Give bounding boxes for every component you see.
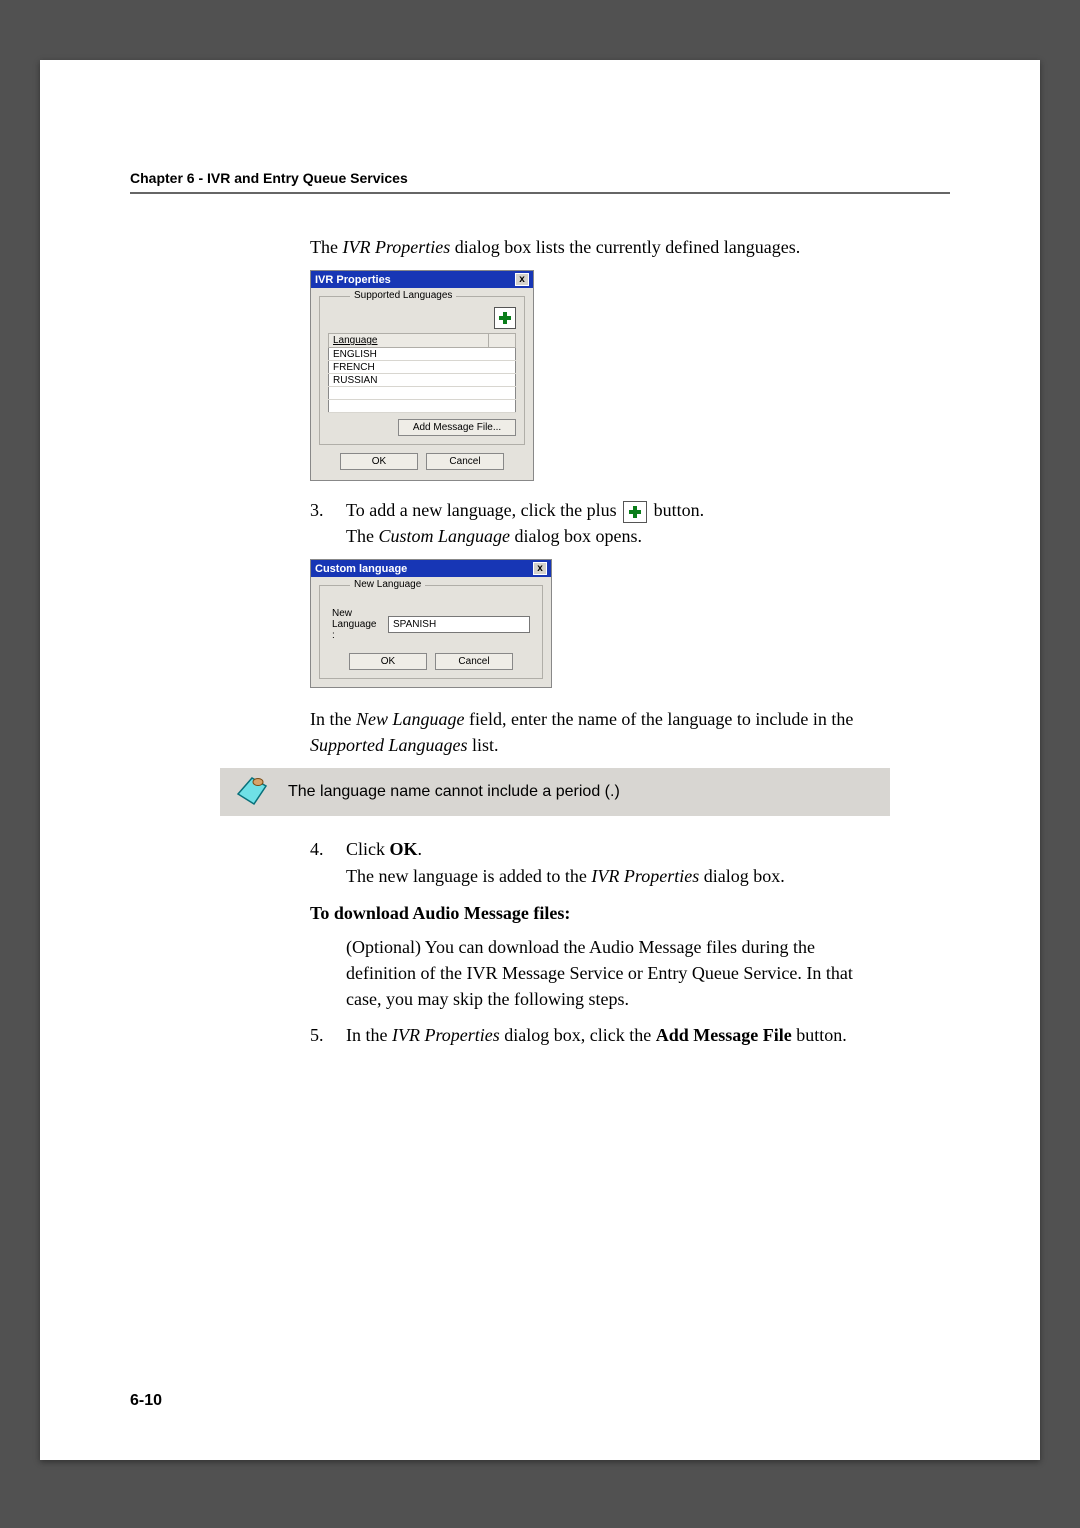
- text-italic: IVR Properties: [392, 1025, 500, 1045]
- text-italic: Supported Languages: [310, 735, 468, 755]
- custom-language-dialog: Custom language x New Language New Langu…: [310, 559, 552, 688]
- supported-languages-group: Supported Languages Language ENGLISH FRE…: [319, 296, 525, 445]
- dialog-titlebar: IVR Properties x: [311, 271, 533, 288]
- text: .: [418, 839, 423, 859]
- groupbox-legend: New Language: [350, 579, 425, 590]
- text: In the: [346, 1025, 392, 1045]
- running-header: Chapter 6 - IVR and Entry Queue Services: [130, 170, 950, 194]
- add-message-file-button[interactable]: Add Message File...: [398, 419, 516, 436]
- intro-paragraph: The IVR Properties dialog box lists the …: [310, 234, 870, 260]
- text: The: [310, 237, 342, 257]
- groupbox-legend: Supported Languages: [350, 290, 456, 301]
- step-number: 5.: [310, 1022, 346, 1048]
- new-language-label: New Language :: [332, 608, 378, 641]
- text: list.: [468, 735, 499, 755]
- new-language-group: New Language New Language : OK Cancel: [319, 585, 543, 679]
- ivr-properties-dialog: IVR Properties x Supported Languages Lan…: [310, 270, 534, 481]
- text: dialog box, click the: [500, 1025, 656, 1045]
- table-cell: RUSSIAN: [329, 374, 489, 387]
- dialog-titlebar: Custom language x: [311, 560, 551, 577]
- text: The new language is added to the: [346, 866, 591, 886]
- plus-inline-button[interactable]: [623, 501, 647, 523]
- body-column-2: 4. Click OK. The new language is added t…: [310, 836, 870, 1048]
- text-italic: New Language: [356, 709, 465, 729]
- ok-button[interactable]: OK: [349, 653, 427, 670]
- download-audio-heading: To download Audio Message files:: [310, 903, 870, 924]
- language-table: Language ENGLISH FRENCH RUSSIAN: [328, 333, 516, 413]
- close-icon[interactable]: x: [533, 562, 547, 575]
- after-custom-paragraph: In the New Language field, enter the nam…: [310, 706, 870, 758]
- step-number: 4.: [310, 836, 346, 888]
- step-number: 3.: [310, 497, 346, 549]
- table-row: [329, 400, 516, 413]
- text-bold: Add Message File: [656, 1025, 792, 1045]
- text-italic: IVR Properties: [591, 866, 699, 886]
- body-column: The IVR Properties dialog box lists the …: [310, 234, 870, 758]
- cancel-button[interactable]: Cancel: [426, 453, 504, 470]
- table-row[interactable]: RUSSIAN: [329, 374, 516, 387]
- text: dialog box lists the currently defined l…: [450, 237, 800, 257]
- table-cell: FRENCH: [329, 361, 489, 374]
- note-callout: The language name cannot include a perio…: [220, 768, 890, 816]
- table-row[interactable]: ENGLISH: [329, 348, 516, 361]
- close-icon[interactable]: x: [515, 273, 529, 286]
- table-cell: ENGLISH: [329, 348, 489, 361]
- download-audio-paragraph: (Optional) You can download the Audio Me…: [346, 934, 870, 1012]
- text: button.: [654, 500, 705, 520]
- text: To add a new language, click the plus: [346, 500, 621, 520]
- plus-icon: [629, 506, 641, 518]
- table-row: [329, 387, 516, 400]
- step-3: 3. To add a new language, click the plus…: [310, 497, 870, 549]
- dialog-title: Custom language: [315, 563, 407, 575]
- cancel-button[interactable]: Cancel: [435, 653, 513, 670]
- new-language-input[interactable]: [388, 616, 530, 633]
- text-italic: IVR Properties: [342, 237, 450, 257]
- ok-button[interactable]: OK: [340, 453, 418, 470]
- note-text: The language name cannot include a perio…: [288, 783, 620, 801]
- text: The: [346, 526, 378, 546]
- text: In the: [310, 709, 356, 729]
- table-row[interactable]: FRENCH: [329, 361, 516, 374]
- text-bold: OK: [390, 839, 418, 859]
- note-icon: [234, 774, 270, 810]
- table-header[interactable]: Language: [329, 334, 489, 348]
- text: dialog box.: [699, 866, 785, 886]
- page-number: 6-10: [130, 1392, 162, 1410]
- add-language-button[interactable]: [494, 307, 516, 329]
- text: Click: [346, 839, 390, 859]
- dialog-title: IVR Properties: [315, 274, 391, 286]
- step-5: 5. In the IVR Properties dialog box, cli…: [310, 1022, 870, 1048]
- page: Chapter 6 - IVR and Entry Queue Services…: [40, 60, 1040, 1460]
- text: button.: [792, 1025, 847, 1045]
- text: dialog box opens.: [510, 526, 642, 546]
- text: field, enter the name of the language to…: [465, 709, 854, 729]
- text-italic: Custom Language: [378, 526, 510, 546]
- table-header-spacer: [489, 334, 516, 348]
- step-4: 4. Click OK. The new language is added t…: [310, 836, 870, 888]
- plus-icon: [499, 312, 511, 324]
